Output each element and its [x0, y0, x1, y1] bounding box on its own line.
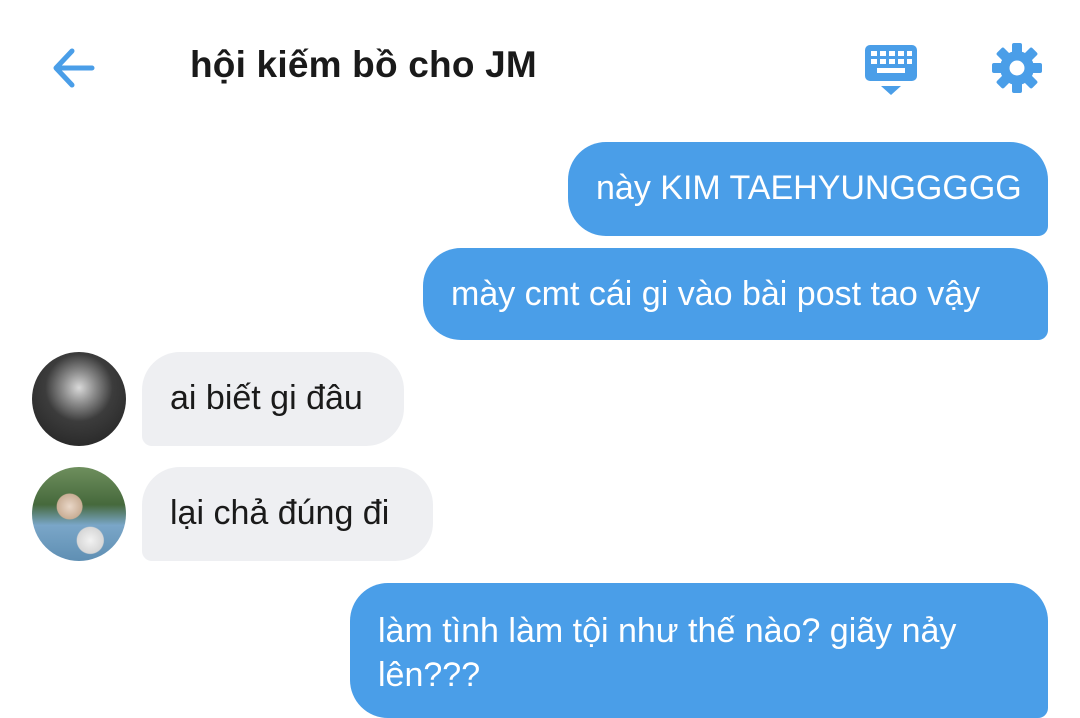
- avatar[interactable]: [32, 352, 126, 446]
- message-bubble-incoming[interactable]: ai biết gi đâu: [142, 352, 404, 446]
- message-text: này KIM TAEHYUNGGGGG: [596, 169, 1022, 207]
- message-bubble-incoming[interactable]: lại chả đúng đi: [142, 467, 433, 561]
- message-text-line: làm tình làm tội như thế nào? giãy nảy: [378, 612, 957, 650]
- message-bubble-outgoing[interactable]: mày cmt cái gi vào bài post tao vậy: [423, 248, 1048, 340]
- gear-icon: [992, 43, 1042, 93]
- settings-button[interactable]: [990, 41, 1044, 95]
- avatar[interactable]: [32, 467, 126, 561]
- back-button[interactable]: [50, 45, 98, 91]
- keyboard-button[interactable]: [864, 44, 918, 96]
- message-text: mày cmt cái gi vào bài post tao vậy: [451, 275, 981, 313]
- message-bubble-outgoing[interactable]: này KIM TAEHYUNGGGGG: [568, 142, 1048, 236]
- message-bubble-outgoing[interactable]: làm tình làm tội như thế nào? giãy nảy l…: [350, 583, 1048, 718]
- arrow-left-icon: [53, 48, 95, 88]
- message-text: lại chả đúng đi: [170, 494, 390, 532]
- conversation-title: hội kiếm bồ cho JM: [190, 44, 537, 85]
- keyboard-icon: [865, 45, 917, 95]
- message-text: ai biết gi đâu: [170, 379, 363, 417]
- message-text-line: lên???: [378, 656, 481, 694]
- chat-screen: hội kiếm bồ cho JM này KIM TAEHYUNGGGGG …: [0, 0, 1080, 718]
